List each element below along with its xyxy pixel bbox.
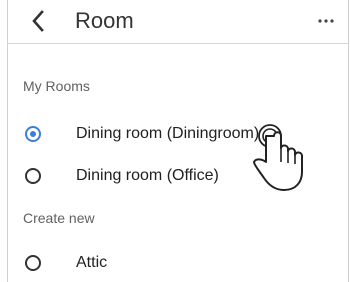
- section-header-my-rooms: My Rooms: [23, 78, 90, 94]
- page-title: Room: [75, 8, 134, 33]
- room-option-label: Dining room (Diningroom): [76, 125, 260, 142]
- room-option-label: Dining room (Office): [76, 167, 219, 184]
- more-horizontal-icon: [318, 19, 334, 23]
- room-option-attic[interactable]: Attic: [7, 247, 349, 279]
- radio-unselected-icon[interactable]: [25, 168, 41, 184]
- room-option-label: Attic: [76, 254, 108, 271]
- room-option-dining-diningroom[interactable]: Dining room (Diningroom): [7, 118, 349, 150]
- more-options-button[interactable]: [313, 8, 339, 34]
- room-option-dining-office[interactable]: Dining room (Office): [7, 160, 349, 192]
- radio-selected-icon[interactable]: [25, 126, 41, 142]
- back-button[interactable]: [23, 6, 53, 36]
- radio-unselected-icon[interactable]: [25, 255, 41, 271]
- chevron-left-icon: [32, 10, 44, 32]
- section-header-create-new: Create new: [23, 210, 95, 226]
- app-bar: Room: [7, 0, 349, 44]
